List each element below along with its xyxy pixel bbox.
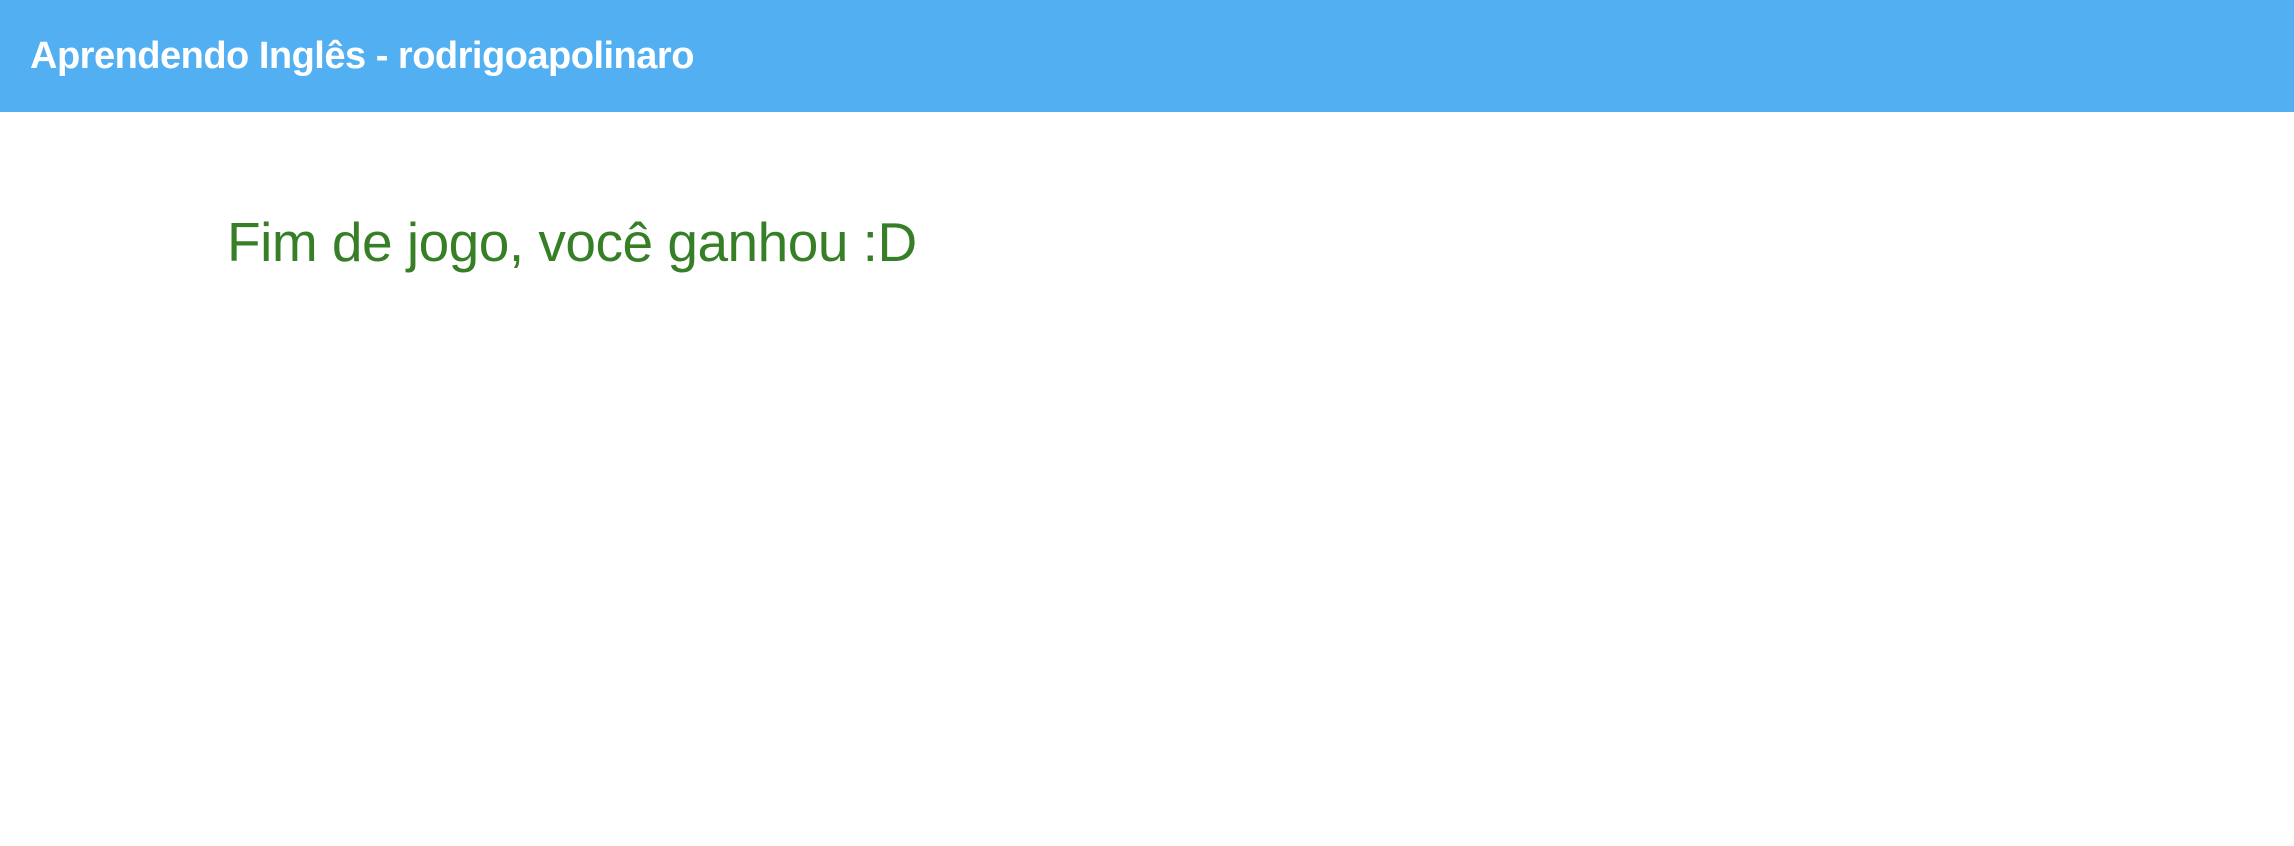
top-navbar: Aprendendo Inglês - rodrigoapolinaro <box>0 0 2294 112</box>
main-content: Fim de jogo, você ganhou :D <box>0 112 2294 846</box>
app-title[interactable]: Aprendendo Inglês - rodrigoapolinaro <box>30 0 694 112</box>
game-result-message: Fim de jogo, você ganhou :D <box>227 211 917 273</box>
